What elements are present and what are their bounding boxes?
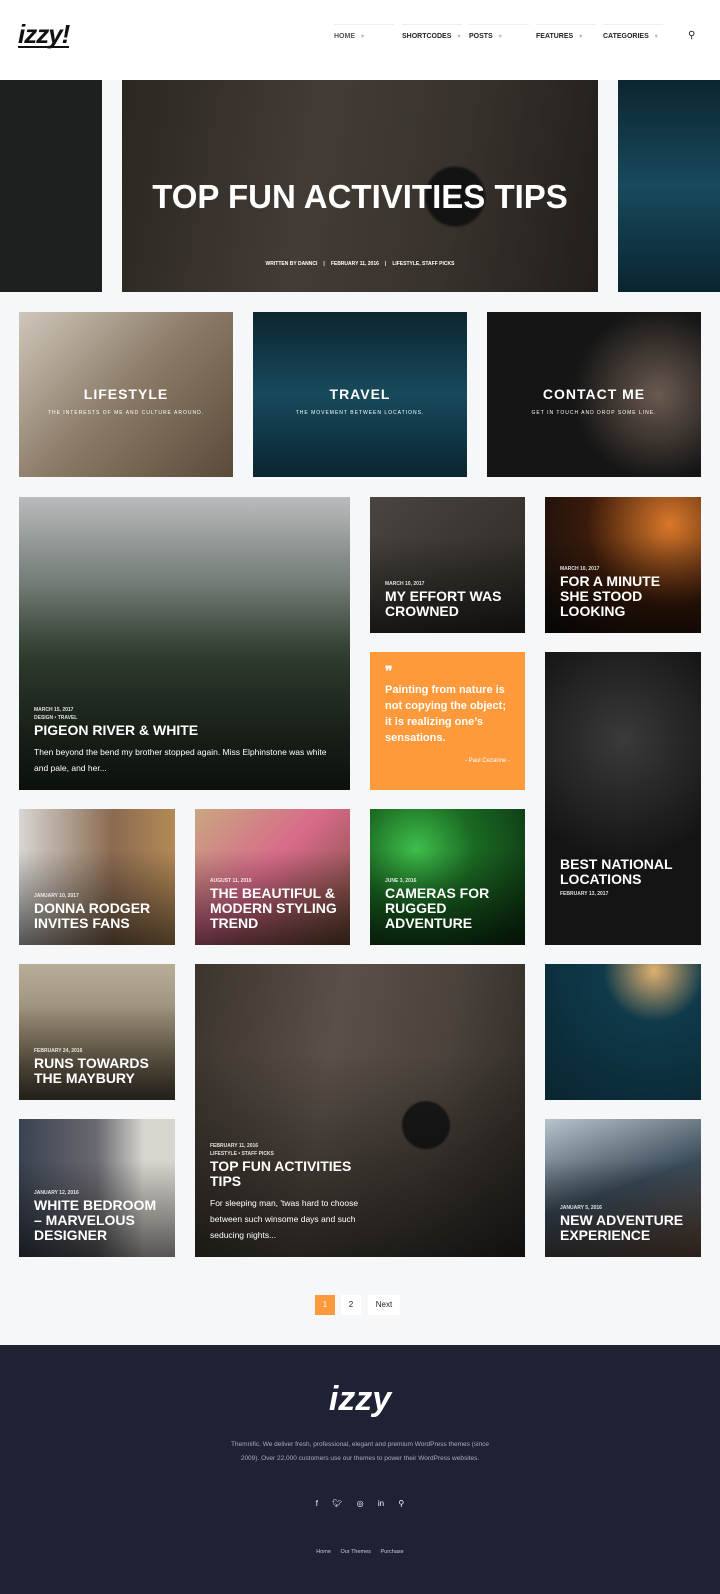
post-date: JANUARY 5, 2016 xyxy=(560,1205,602,1211)
linkedin-icon[interactable]: in xyxy=(378,1499,384,1508)
nav-shortcodes[interactable]: SHORTCODES ▾ xyxy=(402,24,462,48)
social-links: f 🐦︎ ◎ in ⚲ xyxy=(0,1499,720,1508)
slide-prev[interactable] xyxy=(0,80,102,292)
twitter-icon[interactable]: 🐦︎ xyxy=(332,1499,342,1508)
slide-next[interactable] xyxy=(618,80,720,292)
slide-author[interactable]: WRITTEN BY DANNCI xyxy=(266,261,318,267)
category-title: CONTACT ME xyxy=(542,386,646,402)
post-title[interactable]: New Adventure Experience xyxy=(560,1213,689,1243)
post-card[interactable]: MARCH 10, 2017 For a Minute She Stood Loo… xyxy=(545,497,701,633)
nav-home[interactable]: HOME ▾ xyxy=(334,24,394,48)
footer-logo[interactable]: izzy xyxy=(0,1380,720,1419)
post-title[interactable]: White Bedroom – Marvelous Designer xyxy=(34,1198,163,1243)
nav-label: FEATURES xyxy=(536,33,574,40)
search-icon[interactable]: ⚲ xyxy=(398,1499,404,1508)
footer-link-our-themes[interactable]: Our Themes xyxy=(340,1549,370,1555)
post-card[interactable]: FEBRUARY 24, 2016 Runs Towards the Maybur… xyxy=(19,964,175,1100)
quote-card[interactable]: ❞ Painting from nature is not copying the… xyxy=(370,652,525,790)
chevron-down-icon: ▾ xyxy=(361,34,365,40)
post-title[interactable]: Pigeon River & White xyxy=(34,723,338,738)
page-1-button[interactable]: 1 xyxy=(315,1295,335,1315)
post-date: AUGUST 11, 2016 xyxy=(210,878,252,884)
page-2-button[interactable]: 2 xyxy=(341,1295,361,1315)
quote-icon: ❞ xyxy=(385,663,393,679)
site-logo[interactable]: izzy! xyxy=(18,21,70,48)
post-date: JANUARY 12, 2016 xyxy=(34,1190,79,1196)
facebook-icon[interactable]: f xyxy=(316,1499,318,1508)
footer-link-home[interactable]: Home xyxy=(316,1549,331,1555)
post-categories[interactable]: LIFESTYLE • STAFF PICKS xyxy=(210,1151,513,1157)
post-card[interactable]: MARCH 15, 2017 DESIGN • TRAVEL Pigeon Rive… xyxy=(19,497,350,790)
footer-link-purchase[interactable]: Purchase xyxy=(380,1549,403,1555)
post-title[interactable]: Top Fun Activities Tips xyxy=(210,1159,380,1189)
category-contact[interactable]: CONTACT ME GET IN TOUCH AND DROP SOME LIN… xyxy=(487,312,701,477)
nav-features[interactable]: FEATURES ▾ xyxy=(536,24,596,48)
nav-label: CATEGORIES xyxy=(603,33,649,40)
chevron-down-icon: ▾ xyxy=(579,34,583,40)
slide-title[interactable]: TOP FUN ACTIVITIES TIPS xyxy=(122,178,598,215)
slide-date: FEBRUARY 11, 2016 xyxy=(330,261,379,267)
post-card[interactable] xyxy=(545,964,701,1100)
next-page-button[interactable]: Next xyxy=(368,1295,400,1315)
post-card[interactable]: JANUARY 12, 2016 White Bedroom – Marvelou… xyxy=(19,1119,175,1257)
post-date: JANUARY 10, 2017 xyxy=(34,893,79,899)
category-title: TRAVEL xyxy=(329,386,391,402)
category-lifestyle[interactable]: LIFESTYLE THE INTERESTS OF ME AND CULTURE… xyxy=(19,312,233,477)
post-card[interactable]: Best National Locations FEBRUARY 13, 2017 xyxy=(545,652,701,945)
category-subtitle: GET IN TOUCH AND DROP SOME LINE. xyxy=(531,410,657,416)
post-card[interactable]: JANUARY 10, 2017 Donna Rodger Invites Fan… xyxy=(19,809,175,945)
chevron-down-icon: ▾ xyxy=(498,34,502,40)
post-date: JUNE 3, 2016 xyxy=(385,878,417,884)
post-date: MARCH 10, 2017 xyxy=(385,581,425,587)
post-categories[interactable]: DESIGN • TRAVEL xyxy=(34,715,338,721)
post-title[interactable]: Best National Locations xyxy=(560,857,689,887)
nav-categories[interactable]: CATEGORIES ▾ xyxy=(603,24,663,48)
quote-author: - Paul Cezanne - xyxy=(464,758,510,764)
slide-categories[interactable]: LIFESTYLE, STAFF PICKS xyxy=(392,261,454,267)
nav-label: SHORTCODES xyxy=(402,33,452,40)
search-icon[interactable]: ⚲ xyxy=(688,30,695,41)
footer-description: Themnific. We deliver fresh, professiona… xyxy=(230,1441,490,1462)
nav-label: HOME xyxy=(334,33,355,40)
slide-meta: WRITTEN BY DANNCI | FEBRUARY 11, 2016 | LIFE… xyxy=(265,261,455,267)
post-excerpt: Then beyond the bend my brother stopped … xyxy=(34,747,327,773)
category-travel[interactable]: TRAVEL THE MOVEMENT BETWEEN LOCATIONS. xyxy=(253,312,467,477)
post-card[interactable]: JANUARY 5, 2016 New Adventure Experience xyxy=(545,1119,701,1257)
footer-links: Home Our Themes Purchase xyxy=(0,1549,720,1555)
post-title[interactable]: The Beautiful & Modern Styling Trend xyxy=(210,886,338,931)
post-card[interactable]: MARCH 10, 2017 My Effort Was Crowned xyxy=(370,497,525,633)
category-title: LIFESTYLE xyxy=(83,386,169,402)
post-date: FEBRUARY 13, 2017 xyxy=(560,891,609,897)
post-title[interactable]: Runs Towards the Maybury xyxy=(34,1056,163,1086)
post-title[interactable]: My Effort Was Crowned xyxy=(385,589,513,619)
category-subtitle: THE INTERESTS OF ME AND CULTURE AROUND. xyxy=(47,410,205,416)
instagram-icon[interactable]: ◎ xyxy=(357,1499,364,1508)
post-card[interactable]: FEBRUARY 11, 2016 LIFESTYLE • STAFF PICKS… xyxy=(195,964,525,1257)
post-date: MARCH 15, 2017 xyxy=(34,707,74,713)
post-date: FEBRUARY 24, 2016 xyxy=(34,1048,83,1054)
chevron-down-icon: ▾ xyxy=(654,34,658,40)
quote-text: Painting from nature is not copying the … xyxy=(385,684,506,744)
post-title[interactable]: Cameras for Rugged Adventure xyxy=(385,886,513,931)
post-excerpt: For sleeping man, 'twas hard to choose b… xyxy=(210,1198,359,1240)
category-subtitle: THE MOVEMENT BETWEEN LOCATIONS. xyxy=(295,410,425,416)
post-card[interactable]: JUNE 3, 2016 Cameras for Rugged Adventure xyxy=(370,809,525,945)
nav-label: POSTS xyxy=(469,33,493,40)
nav-posts[interactable]: POSTS ▾ xyxy=(469,24,529,48)
post-title[interactable]: For a Minute She Stood Looking xyxy=(560,574,689,619)
chevron-down-icon: ▾ xyxy=(457,34,461,40)
site-footer: izzy Themnific. We deliver fresh, profes… xyxy=(0,1345,720,1594)
post-card[interactable]: AUGUST 11, 2016 The Beautiful & Modern St… xyxy=(195,809,350,945)
post-date: FEBRUARY 11, 2016 xyxy=(210,1143,259,1149)
post-title[interactable]: Donna Rodger Invites Fans xyxy=(34,901,163,931)
site-header: izzy! HOME ▾ SHORTCODES ▾ POSTS ▾ FEATURES ▾… xyxy=(0,0,720,80)
post-date: MARCH 10, 2017 xyxy=(560,566,600,572)
